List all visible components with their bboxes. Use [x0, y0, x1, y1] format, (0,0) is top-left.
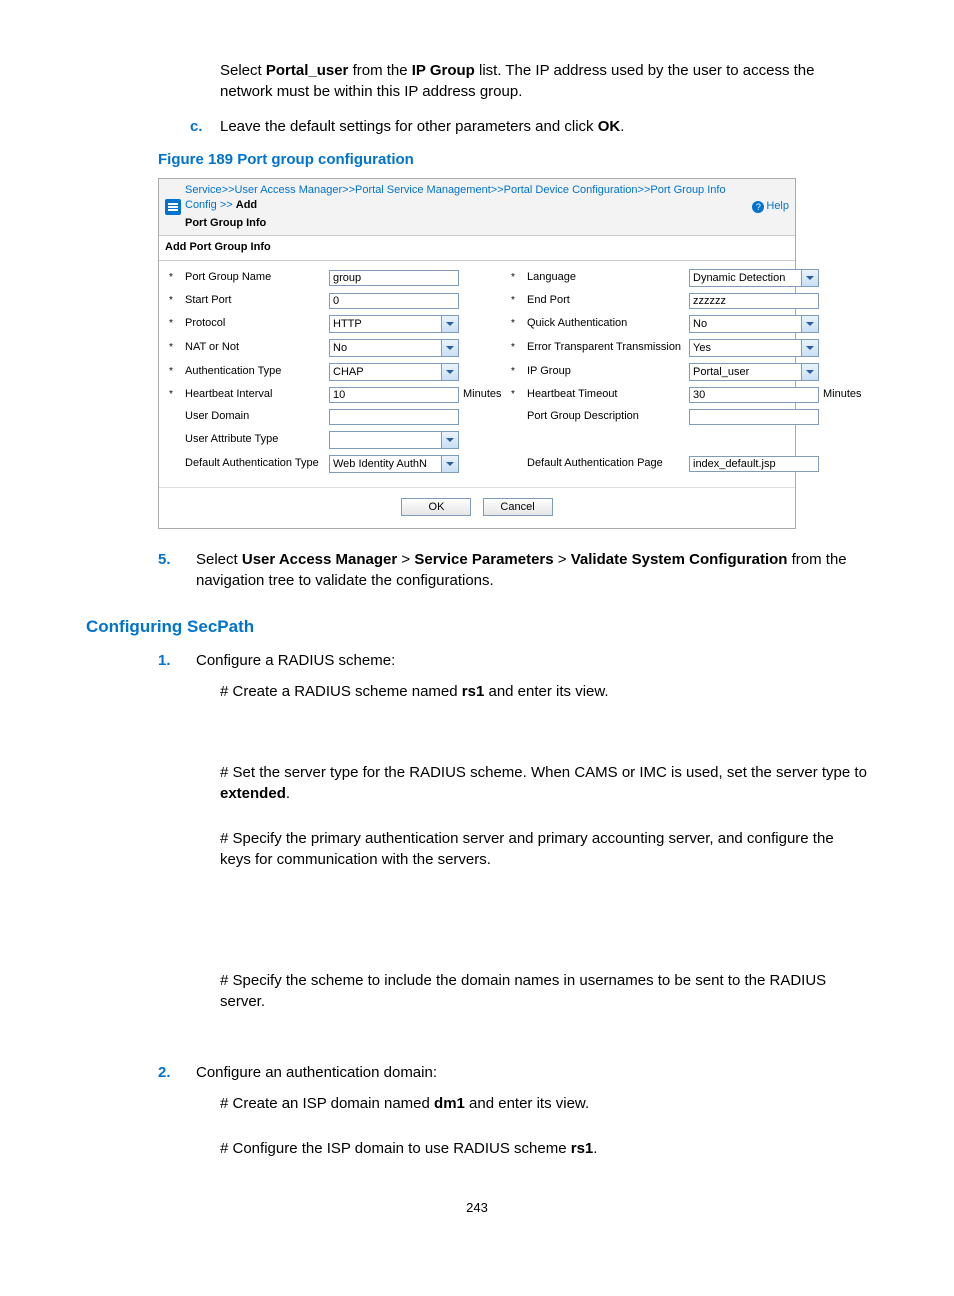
label-protocol: Protocol	[185, 316, 325, 331]
form-section-header: Add Port Group Info	[159, 236, 795, 260]
ok-button[interactable]: OK	[401, 498, 471, 516]
label-end-port: End Port	[527, 293, 685, 308]
list-marker-c: c.	[190, 116, 220, 137]
chevron-down-icon	[441, 432, 458, 448]
chevron-down-icon	[801, 364, 818, 380]
label-user-attr-type: User Attribute Type	[185, 432, 325, 447]
hash-paragraph: # Specify the scheme to include the doma…	[220, 970, 868, 1012]
breadcrumb-link[interactable]: Portal Service Management	[355, 184, 491, 196]
label-ip-group: IP Group	[527, 364, 685, 379]
chevron-down-icon	[441, 364, 458, 380]
hash-paragraph: # Specify the primary authentication ser…	[220, 828, 868, 870]
list-item-c: c. Leave the default settings for other …	[190, 116, 868, 137]
help-link[interactable]: ?Help	[752, 199, 789, 214]
input-port-group-name[interactable]	[329, 270, 459, 286]
figure-caption: Figure 189 Port group configuration	[158, 149, 868, 170]
label-default-auth-type: Default Authentication Type	[185, 456, 325, 471]
chevron-down-icon	[441, 340, 458, 356]
window-icon	[165, 199, 181, 215]
chevron-down-icon	[441, 456, 458, 472]
input-default-auth-page[interactable]	[689, 456, 819, 472]
label-start-port: Start Port	[185, 293, 325, 308]
input-end-port[interactable]	[689, 293, 819, 309]
label-heartbeat-timeout: Heartbeat Timeout	[527, 387, 685, 402]
breadcrumb-bar: Service>>User Access Manager>>Portal Ser…	[159, 179, 795, 236]
unit-minutes: Minutes	[823, 387, 867, 402]
input-heartbeat-timeout[interactable]	[689, 387, 819, 403]
chevron-down-icon	[801, 270, 818, 286]
select-ip-group[interactable]: Portal_user	[689, 363, 819, 381]
select-user-attr-type[interactable]	[329, 431, 459, 449]
chevron-down-icon	[801, 316, 818, 332]
list-item-1: 1. Configure a RADIUS scheme:	[158, 650, 868, 671]
label-auth-type: Authentication Type	[185, 364, 325, 379]
select-default-auth-type[interactable]: Web Identity AuthN	[329, 455, 459, 473]
list-marker-2: 2.	[158, 1062, 196, 1083]
label-default-auth-page: Default Authentication Page	[527, 456, 685, 471]
hash-paragraph: # Configure the ISP domain to use RADIUS…	[220, 1138, 868, 1159]
label-nat-or-not: NAT or Not	[185, 340, 325, 355]
list-marker-1: 1.	[158, 650, 196, 671]
label-port-group-name: Port Group Name	[185, 270, 325, 285]
breadcrumb-link[interactable]: User Access Manager	[235, 184, 343, 196]
hash-paragraph: # Create an ISP domain named dm1 and ent…	[220, 1093, 868, 1114]
input-port-group-desc[interactable]	[689, 409, 819, 425]
breadcrumb-link[interactable]: Service	[185, 184, 222, 196]
page-number: 243	[86, 1199, 868, 1217]
unit-minutes: Minutes	[463, 387, 507, 402]
select-error-transparent[interactable]: Yes	[689, 339, 819, 357]
select-quick-auth[interactable]: No	[689, 315, 819, 333]
list-item-2: 2. Configure an authentication domain:	[158, 1062, 868, 1083]
form-grid: * Port Group Name * Language Dynamic Det…	[159, 261, 795, 487]
input-start-port[interactable]	[329, 293, 459, 309]
list-item-5: 5. Select User Access Manager > Service …	[158, 549, 868, 591]
help-icon: ?	[752, 201, 764, 213]
button-row: OK Cancel	[159, 487, 795, 528]
input-heartbeat-interval[interactable]	[329, 387, 459, 403]
label-heartbeat-interval: Heartbeat Interval	[185, 387, 325, 402]
label-quick-auth: Quick Authentication	[527, 316, 685, 331]
cancel-button[interactable]: Cancel	[483, 498, 553, 516]
list-marker-5: 5.	[158, 549, 196, 591]
hash-paragraph: # Create a RADIUS scheme named rs1 and e…	[220, 681, 868, 702]
chevron-down-icon	[801, 340, 818, 356]
hash-paragraph: # Set the server type for the RADIUS sch…	[220, 762, 868, 804]
label-user-domain: User Domain	[185, 409, 325, 424]
label-port-group-desc: Port Group Description	[527, 409, 685, 424]
heading-configuring-secpath: Configuring SecPath	[86, 615, 868, 639]
label-error-transparent: Error Transparent Transmission	[527, 340, 685, 355]
input-user-domain[interactable]	[329, 409, 459, 425]
label-language: Language	[527, 270, 685, 285]
breadcrumb-link[interactable]: Portal Device Configuration	[504, 184, 638, 196]
breadcrumb-current: Add	[236, 199, 257, 211]
select-protocol[interactable]: HTTP	[329, 315, 459, 333]
select-auth-type[interactable]: CHAP	[329, 363, 459, 381]
page-content: Select Portal_user from the IP Group lis…	[0, 0, 954, 1258]
select-nat-or-not[interactable]: No	[329, 339, 459, 357]
chevron-down-icon	[441, 316, 458, 332]
select-language[interactable]: Dynamic Detection	[689, 269, 819, 287]
breadcrumb: Service>>User Access Manager>>Portal Ser…	[185, 183, 752, 214]
window-title: Port Group Info	[185, 216, 752, 231]
screenshot-window: Service>>User Access Manager>>Portal Ser…	[158, 178, 796, 529]
intro-paragraph: Select Portal_user from the IP Group lis…	[220, 60, 868, 102]
